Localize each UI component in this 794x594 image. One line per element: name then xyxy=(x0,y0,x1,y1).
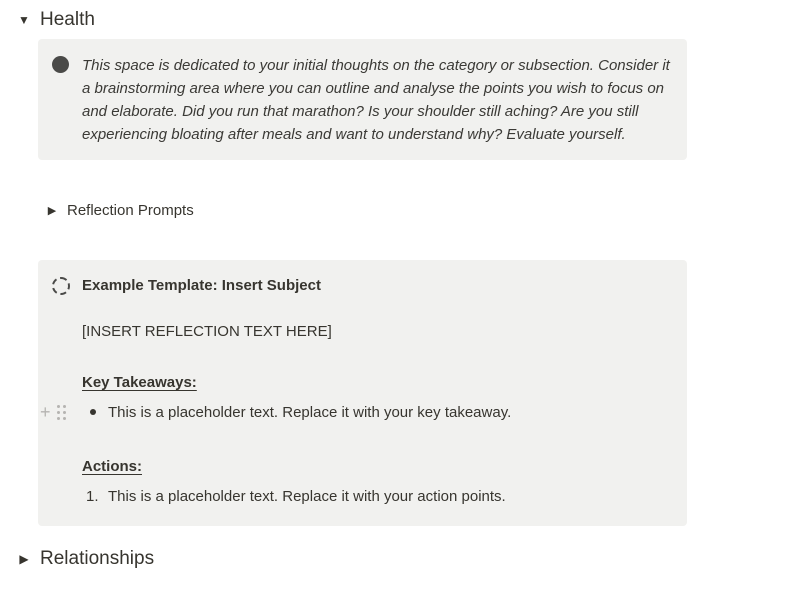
triangle-right-icon[interactable]: ▶ xyxy=(44,204,60,217)
health-heading-title: Health xyxy=(40,9,95,30)
triangle-down-icon[interactable]: ▼ xyxy=(16,13,32,27)
reflection-placeholder-text[interactable]: [INSERT REFLECTION TEXT HERE] xyxy=(82,323,332,340)
action-item-text[interactable]: This is a placeholder text. Replace it w… xyxy=(108,488,506,505)
intro-callout-text[interactable]: This space is dedicated to your initial … xyxy=(82,54,672,146)
relationships-toggle-heading[interactable]: ▶ Relationships xyxy=(16,545,154,573)
takeaway-item-text[interactable]: This is a placeholder text. Replace it w… xyxy=(108,404,511,421)
triangle-right-icon[interactable]: ▶ xyxy=(16,552,32,566)
grip-icon[interactable] xyxy=(56,404,66,420)
relationships-heading-title: Relationships xyxy=(40,548,155,569)
action-list-item[interactable]: 1. This is a placeholder text. Replace i… xyxy=(86,488,506,505)
block-handles: + xyxy=(40,403,66,421)
template-callout xyxy=(38,260,687,526)
bullet-icon xyxy=(90,409,96,415)
takeaway-list-item[interactable]: This is a placeholder text. Replace it w… xyxy=(86,404,511,421)
health-toggle-heading[interactable]: ▼ Health xyxy=(16,6,95,34)
template-title[interactable]: Example Template: Insert Subject xyxy=(82,277,321,294)
key-takeaways-label: Key Takeaways: xyxy=(82,374,197,391)
dashed-circle-icon xyxy=(52,277,70,295)
filled-circle-icon xyxy=(52,56,69,73)
reflection-prompts-toggle[interactable]: ▶ Reflection Prompts xyxy=(44,198,194,222)
plus-icon[interactable]: + xyxy=(40,403,51,421)
action-item-number: 1. xyxy=(86,488,99,505)
reflection-prompts-label: Reflection Prompts xyxy=(67,201,194,219)
actions-label: Actions: xyxy=(82,458,142,475)
